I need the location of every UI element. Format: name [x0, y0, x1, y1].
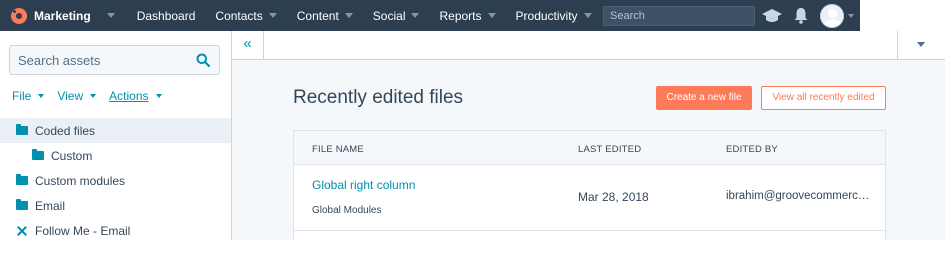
- tree-item-label: Follow Me - Email: [35, 223, 131, 238]
- nav-reports-label: Reports: [439, 8, 482, 23]
- tree-item-label: Custom: [51, 148, 93, 163]
- notifications-bell-icon[interactable]: [793, 7, 809, 24]
- tree-item-follow-me-email[interactable]: Follow Me - Email: [0, 218, 231, 240]
- nav-reports[interactable]: Reports: [429, 0, 505, 31]
- tree-item-email[interactable]: Email: [0, 193, 231, 218]
- chevron-down-icon: [155, 94, 162, 98]
- recent-files-table: FILE NAME LAST EDITED EDITED BY Global r…: [293, 130, 886, 240]
- view-all-recently-edited-button[interactable]: View all recently edited: [761, 86, 886, 110]
- nav-content-label: Content: [296, 8, 339, 23]
- bottom-margin: [0, 240, 945, 257]
- nav-contacts-label: Contacts: [215, 8, 263, 23]
- column-header-last-edited: LAST EDITED: [578, 144, 642, 155]
- user-avatar[interactable]: [820, 4, 844, 28]
- chevron-down-icon: [583, 13, 592, 18]
- file-menu-label: File: [12, 89, 32, 103]
- nav-content[interactable]: Content: [287, 0, 363, 31]
- tree-item-custom-modules[interactable]: Custom modules: [0, 168, 231, 193]
- chevron-down-icon: [487, 13, 496, 18]
- editor-tab-bar: «: [232, 31, 945, 60]
- chevron-down-icon: [268, 13, 277, 18]
- tabs-dropdown-chevron-icon[interactable]: [917, 42, 925, 47]
- chevron-down-icon: [106, 13, 115, 18]
- tab-divider: [897, 31, 898, 59]
- nav-social-label: Social: [372, 8, 406, 23]
- file-menu[interactable]: File: [12, 89, 45, 103]
- nav-productivity[interactable]: Productivity: [506, 0, 602, 31]
- folder-icon: [16, 174, 28, 185]
- edited-by-user: ibrahim@groovecommerce.com: [726, 190, 871, 202]
- table-header: FILE NAME LAST EDITED EDITED BY: [294, 131, 885, 165]
- nav-dashboard[interactable]: Dashboard: [127, 0, 206, 31]
- actions-menu[interactable]: Actions: [109, 89, 162, 103]
- chevron-down-icon: [90, 94, 97, 98]
- app-frame: Marketing Dashboard Contacts Content Soc…: [0, 0, 945, 240]
- page-title: Recently edited files: [293, 87, 464, 108]
- nav-social[interactable]: Social: [363, 0, 430, 31]
- folder-icon: [32, 149, 44, 160]
- chevron-down-icon: [38, 94, 45, 98]
- folder-open-icon: [16, 124, 28, 135]
- top-nav: Marketing Dashboard Contacts Content Soc…: [0, 0, 945, 31]
- brand[interactable]: Marketing: [0, 0, 127, 31]
- file-type-label: Global Modules: [312, 205, 382, 216]
- actions-menu-label: Actions: [109, 89, 149, 103]
- sidebar-menus: File View Actions: [12, 89, 175, 103]
- column-header-file-name: FILE NAME: [312, 144, 364, 155]
- file-name-link[interactable]: Global right column: [312, 178, 415, 192]
- asset-sidebar: Search assets File View Actions Coded fi…: [0, 31, 232, 240]
- tree-item-label: Custom modules: [35, 173, 126, 188]
- nav-contacts[interactable]: Contacts: [205, 0, 286, 31]
- folder-icon: [16, 199, 28, 210]
- table-row: Global right column Global Modules Mar 2…: [294, 165, 885, 231]
- nav-productivity-label: Productivity: [515, 8, 578, 23]
- column-header-edited-by: EDITED BY: [726, 144, 778, 155]
- chevron-down-icon[interactable]: [848, 14, 854, 18]
- tree-item-coded-files[interactable]: Coded files: [0, 118, 231, 143]
- chevron-down-icon: [411, 13, 420, 18]
- create-new-file-button[interactable]: Create a new file: [656, 86, 752, 110]
- hubspot-logo-icon: [11, 7, 27, 24]
- academy-icon[interactable]: [761, 8, 783, 24]
- view-menu[interactable]: View: [57, 89, 97, 103]
- last-edited-date: Mar 28, 2018: [578, 190, 649, 204]
- tree-item-custom[interactable]: Custom: [0, 143, 231, 168]
- search-icon[interactable]: [196, 53, 210, 67]
- view-menu-label: View: [57, 89, 84, 103]
- collapse-sidebar-button[interactable]: «: [232, 31, 264, 59]
- nav-marketing[interactable]: Marketing: [30, 0, 101, 31]
- chevron-down-icon: [344, 13, 353, 18]
- search-assets-input[interactable]: Search assets: [9, 45, 220, 75]
- file-tree: Coded files Custom Custom modules Email …: [0, 118, 231, 240]
- tree-item-label: Coded files: [35, 123, 96, 138]
- global-search-input[interactable]: Search: [603, 6, 755, 26]
- nav-right-blank: [860, 0, 945, 31]
- tree-item-label: Email: [35, 198, 66, 213]
- x-icon: [16, 225, 28, 237]
